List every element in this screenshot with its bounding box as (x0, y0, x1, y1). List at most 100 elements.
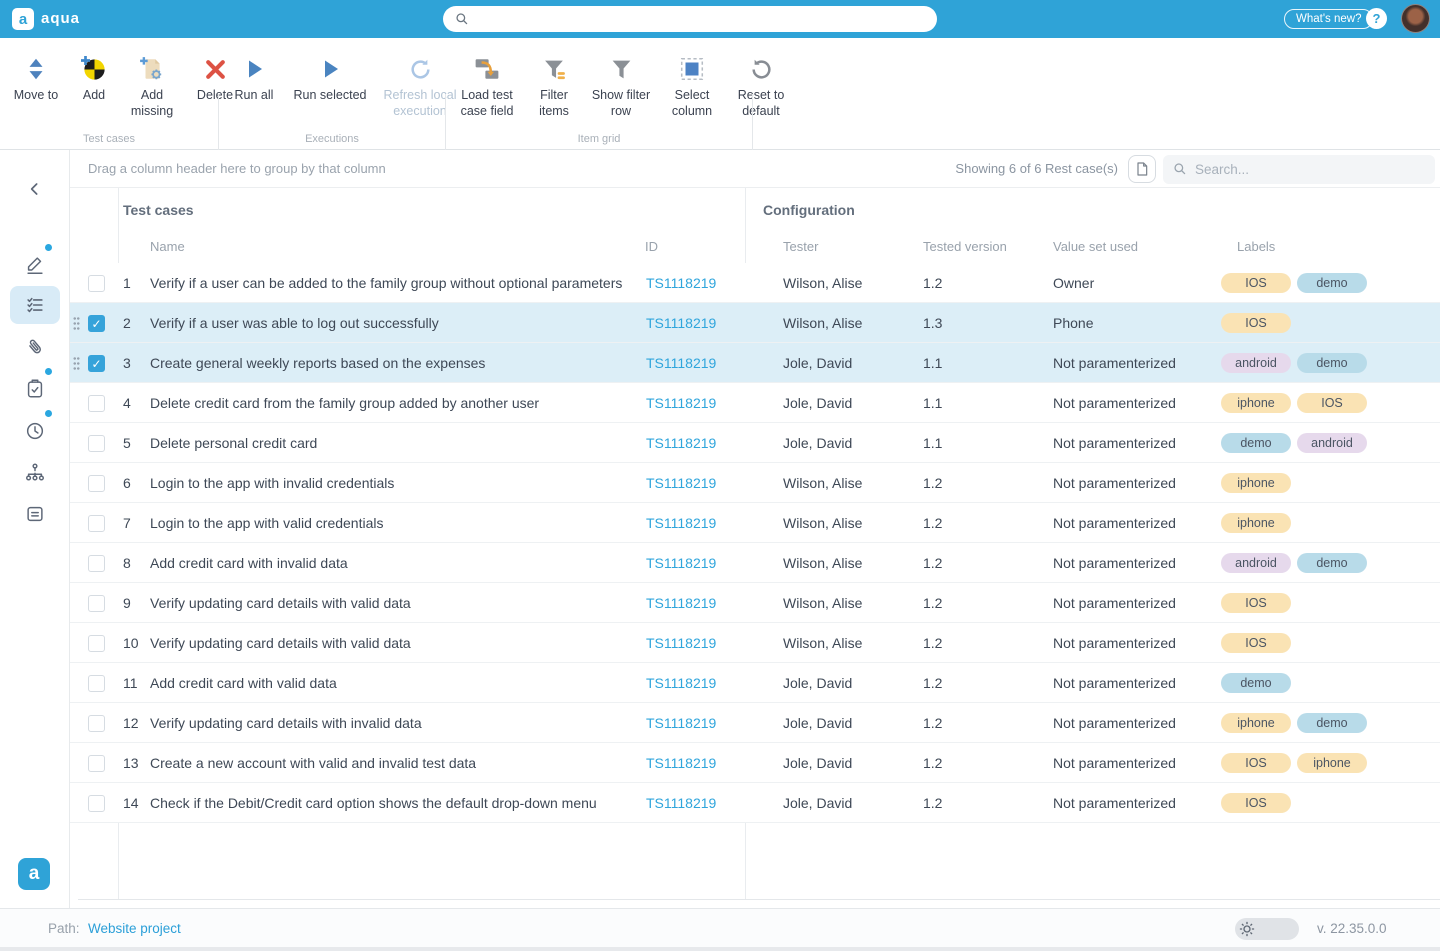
run-all-button[interactable]: Run all (229, 54, 279, 104)
tester-value: Jole, David (783, 423, 852, 463)
row-checkbox[interactable] (88, 555, 105, 572)
show-filter-row-button[interactable]: Show filter row (590, 54, 652, 119)
help-icon[interactable]: ? (1366, 8, 1387, 29)
table-row[interactable]: 6 Login to the app with invalid credenti… (70, 463, 1440, 503)
sidebar-item-attachments[interactable] (0, 328, 70, 366)
global-search-input[interactable] (443, 6, 937, 32)
test-case-id-link[interactable]: TS1118219 (646, 503, 716, 543)
table-row[interactable]: 9 Verify updating card details with vali… (70, 583, 1440, 623)
test-case-name: Verify updating card details with valid … (150, 583, 640, 623)
labels-cell: androiddemo (1221, 343, 1367, 383)
value-set-value: Not paramenterized (1053, 623, 1176, 663)
drag-handle-icon[interactable] (73, 316, 80, 331)
load-test-case-field-button[interactable]: Load test case field (456, 54, 518, 119)
column-header-id[interactable]: ID (645, 239, 658, 254)
labels-cell: IOSdemo (1221, 263, 1367, 303)
grid-search-input[interactable] (1163, 155, 1435, 184)
table-row[interactable]: 1 Verify if a user can be added to the f… (70, 263, 1440, 303)
search-icon (455, 12, 469, 31)
move-to-button[interactable]: Move to (10, 54, 62, 104)
column-header-tested-version[interactable]: Tested version (923, 239, 1007, 254)
table-row[interactable]: 11 Add credit card with valid data TS111… (70, 663, 1440, 703)
sidebar-item-notes[interactable] (0, 495, 70, 533)
test-case-id-link[interactable]: TS1118219 (646, 423, 716, 463)
value-set-value: Not paramenterized (1053, 503, 1176, 543)
test-case-id-link[interactable]: TS1118219 (646, 383, 716, 423)
labels-cell: IOS (1221, 623, 1291, 663)
table-row[interactable]: 5 Delete personal credit card TS1118219 … (70, 423, 1440, 463)
row-checkbox[interactable] (88, 395, 105, 412)
tester-value: Wilson, Alise (783, 623, 862, 663)
tester-value: Jole, David (783, 663, 852, 703)
add-button[interactable]: Add (76, 54, 112, 104)
ribbon-group-test-cases: Move to Add (0, 38, 218, 150)
table-row[interactable]: 4 Delete credit card from the family gro… (70, 383, 1440, 423)
label-chip: IOS (1221, 633, 1291, 653)
user-avatar[interactable] (1401, 4, 1430, 33)
reset-to-default-button[interactable]: Reset to default (732, 54, 790, 119)
labels-cell: IOSiphone (1221, 743, 1367, 783)
showing-count: Showing 6 of 6 Rest case(s) (955, 161, 1118, 176)
tester-value: Jole, David (783, 703, 852, 743)
table-row[interactable]: 14 Check if the Debit/Credit card option… (70, 783, 1440, 823)
column-header-value-set[interactable]: Value set used (1053, 239, 1138, 254)
test-case-id-link[interactable]: TS1118219 (646, 263, 716, 303)
column-header-name[interactable]: Name (150, 239, 185, 254)
test-case-id-link[interactable]: TS1118219 (646, 463, 716, 503)
test-case-id-link[interactable]: TS1118219 (646, 703, 716, 743)
add-missing-button[interactable]: Add missing (126, 54, 178, 119)
table-row[interactable]: 8 Add credit card with invalid data TS11… (70, 543, 1440, 583)
document-button[interactable] (1128, 155, 1156, 183)
test-case-id-link[interactable]: TS1118219 (646, 303, 716, 343)
test-case-name: Delete credit card from the family group… (150, 383, 640, 423)
row-checkbox[interactable] (88, 795, 105, 812)
row-checkbox[interactable] (88, 475, 105, 492)
add-missing-icon (139, 54, 165, 84)
test-case-name: Check if the Debit/Credit card option sh… (150, 783, 640, 823)
row-checkbox[interactable] (88, 355, 105, 372)
row-checkbox[interactable] (88, 595, 105, 612)
table-row[interactable]: 3 Create general weekly reports based on… (70, 343, 1440, 383)
button-label: Show filter row (590, 88, 652, 119)
test-case-id-link[interactable]: TS1118219 (646, 623, 716, 663)
column-header-labels[interactable]: Labels (1237, 239, 1275, 254)
sidebar-item-test-cases[interactable] (0, 286, 70, 324)
sidebar-item-tasks[interactable] (0, 370, 70, 408)
test-case-id-link[interactable]: TS1118219 (646, 543, 716, 583)
path-project-link[interactable]: Website project (88, 921, 181, 936)
select-column-button[interactable]: Select column (666, 54, 718, 119)
sidebar-item-edit[interactable] (0, 246, 70, 284)
tested-version-value: 1.2 (923, 503, 942, 543)
collapse-sidebar-button[interactable] (0, 170, 70, 208)
row-checkbox[interactable] (88, 635, 105, 652)
test-case-id-link[interactable]: TS1118219 (646, 343, 716, 383)
table-row[interactable]: 13 Create a new account with valid and i… (70, 743, 1440, 783)
row-checkbox[interactable] (88, 715, 105, 732)
row-checkbox[interactable] (88, 315, 105, 332)
sidebar-item-history[interactable] (0, 412, 70, 450)
label-chip: demo (1221, 673, 1291, 693)
table-row[interactable]: 12 Verify updating card details with inv… (70, 703, 1440, 743)
row-checkbox[interactable] (88, 675, 105, 692)
run-selected-button[interactable]: Run selected (293, 54, 367, 104)
test-case-id-link[interactable]: TS1118219 (646, 743, 716, 783)
row-checkbox[interactable] (88, 515, 105, 532)
table-row[interactable]: 2 Verify if a user was able to log out s… (70, 303, 1440, 343)
column-header-tester[interactable]: Tester (783, 239, 818, 254)
row-checkbox[interactable] (88, 275, 105, 292)
filter-items-button[interactable]: Filter items (532, 54, 576, 119)
sidebar-item-dependencies[interactable] (0, 453, 70, 491)
tested-version-value: 1.1 (923, 423, 942, 463)
button-label: Filter items (532, 88, 576, 119)
table-row[interactable]: 10 Verify updating card details with val… (70, 623, 1440, 663)
whats-new-button[interactable]: What's new? (1284, 9, 1373, 29)
row-checkbox[interactable] (88, 755, 105, 772)
row-checkbox[interactable] (88, 435, 105, 452)
settings-toggle[interactable] (1235, 918, 1299, 940)
test-case-id-link[interactable]: TS1118219 (646, 663, 716, 703)
tester-value: Jole, David (783, 383, 852, 423)
test-case-id-link[interactable]: TS1118219 (646, 783, 716, 823)
table-row[interactable]: 7 Login to the app with valid credential… (70, 503, 1440, 543)
test-case-id-link[interactable]: TS1118219 (646, 583, 716, 623)
drag-handle-icon[interactable] (73, 356, 80, 371)
